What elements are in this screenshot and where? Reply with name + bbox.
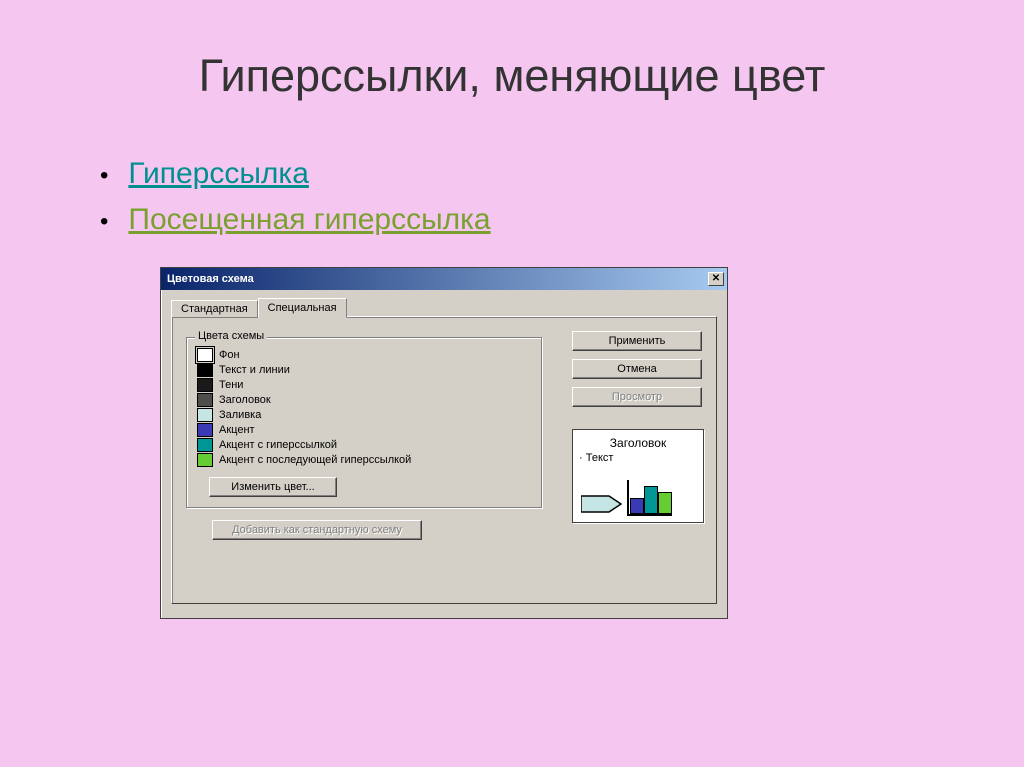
- swatch-row[interactable]: Тени: [197, 378, 531, 392]
- bullet-list: • Гиперссылка • Посещенная гиперссылка: [100, 157, 954, 237]
- swatch-row[interactable]: Заголовок: [197, 393, 531, 407]
- color-swatch[interactable]: [197, 363, 213, 377]
- swatch-row[interactable]: Акцент: [197, 423, 531, 437]
- slide: Гиперссылки, меняющие цвет • Гиперссылка…: [0, 0, 1024, 767]
- bar: [644, 486, 658, 514]
- swatch-row[interactable]: Текст и линии: [197, 363, 531, 377]
- bullet-item: • Гиперссылка: [100, 157, 954, 191]
- swatch-row[interactable]: Фон: [197, 348, 531, 362]
- visited-hyperlink[interactable]: Посещенная гиперссылка: [128, 203, 490, 237]
- swatch-row[interactable]: Заливка: [197, 408, 531, 422]
- preview-graphics: [581, 480, 672, 516]
- color-swatch[interactable]: [197, 378, 213, 392]
- arrow-shape-icon: [581, 492, 623, 516]
- bullet-dot-icon: •: [100, 208, 108, 236]
- hyperlink[interactable]: Гиперссылка: [128, 157, 308, 191]
- color-swatch[interactable]: [197, 348, 213, 362]
- preview-bullet: · Текст: [579, 452, 697, 464]
- tab-standard[interactable]: Стандартная: [171, 300, 258, 317]
- swatch-label: Акцент с гиперссылкой: [219, 439, 337, 451]
- color-swatch[interactable]: [197, 393, 213, 407]
- scheme-preview: Заголовок · Текст: [572, 429, 704, 523]
- tab-panel-special: Цвета схемы Фон Текст и линии Тени Заголово…: [171, 316, 717, 604]
- color-swatch[interactable]: [197, 408, 213, 422]
- swatch-label: Тени: [219, 379, 243, 391]
- cancel-button[interactable]: Отмена: [572, 359, 702, 379]
- swatch-label: Заливка: [219, 409, 261, 421]
- color-swatch[interactable]: [197, 438, 213, 452]
- swatch-row[interactable]: Акцент с гиперссылкой: [197, 438, 531, 452]
- preview-button: Просмотр: [572, 387, 702, 407]
- scheme-colors-groupbox: Цвета схемы ФонТекст и линииТениЗаголово…: [186, 337, 542, 508]
- dialog-body: Стандартная Специальная Цвета схемы Фон Т…: [161, 290, 727, 618]
- dialog-titlebar[interactable]: Цветовая схема ✕: [161, 268, 727, 290]
- bar: [630, 498, 644, 514]
- tab-special[interactable]: Специальная: [258, 298, 347, 318]
- swatch-row[interactable]: Акцент с последующей гиперссылкой: [197, 453, 531, 467]
- swatch-label: Заголовок: [219, 394, 271, 406]
- apply-button[interactable]: Применить: [572, 331, 702, 351]
- groupbox-label: Цвета схемы: [195, 330, 267, 342]
- bullet-item: • Посещенная гиперссылка: [100, 203, 954, 237]
- bar: [658, 492, 672, 514]
- close-icon[interactable]: ✕: [708, 272, 724, 286]
- bar-chart-icon: [627, 480, 672, 516]
- preview-title: Заголовок: [579, 436, 697, 450]
- color-scheme-dialog: Цветовая схема ✕ Стандартная Специальная…: [160, 267, 728, 619]
- swatch-label: Текст и линии: [219, 364, 290, 376]
- add-standard-scheme-button: Добавить как стандартную схему: [212, 520, 422, 540]
- swatch-label: Фон: [219, 349, 240, 361]
- slide-title: Гиперссылки, меняющие цвет: [70, 50, 954, 102]
- swatch-list: Фон Текст и линии Тени Заголовок Заливка Акце…: [197, 348, 531, 467]
- swatch-label: Акцент с последующей гиперссылкой: [219, 454, 411, 466]
- color-swatch[interactable]: [197, 453, 213, 467]
- dialog-title: Цветовая схема: [167, 273, 254, 285]
- tab-strip: Стандартная Специальная: [171, 298, 717, 317]
- change-color-button[interactable]: Изменить цвет...: [209, 477, 337, 497]
- bullet-dot-icon: •: [100, 162, 108, 190]
- color-swatch[interactable]: [197, 423, 213, 437]
- swatch-label: Акцент: [219, 424, 255, 436]
